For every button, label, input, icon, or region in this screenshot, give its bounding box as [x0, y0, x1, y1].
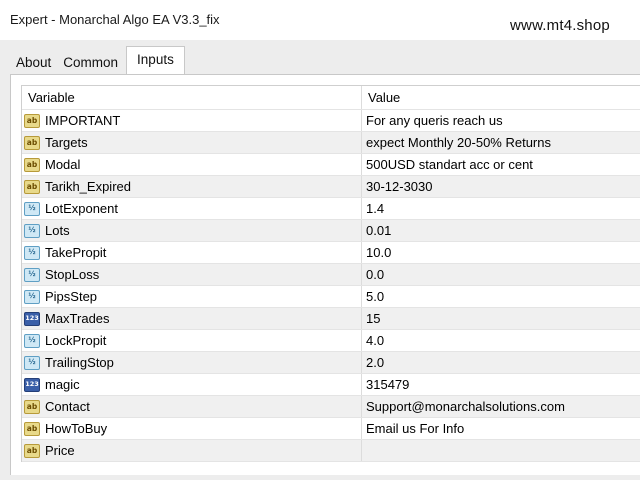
string-type-icon: ab — [24, 443, 40, 458]
variable-name: IMPORTANT — [45, 113, 121, 128]
variable-name: Lots — [45, 223, 70, 238]
value-cell[interactable]: 2.0 — [362, 352, 640, 373]
string-type-icon: ab — [24, 113, 40, 128]
inputs-panel: Variable Value ab IMPORTANT For any queris… — [10, 74, 640, 475]
value-cell[interactable]: 30-12-3030 — [362, 176, 640, 197]
column-header-value[interactable]: Value — [362, 86, 640, 109]
window-title: Expert - Monarchal Algo EA V3.3_fix — [10, 12, 220, 27]
value-cell[interactable]: Support@monarchalsolutions.com — [362, 396, 640, 417]
value-cell[interactable]: 10.0 — [362, 242, 640, 263]
string-type-icon: ab — [24, 157, 40, 172]
value-cell[interactable]: 0.01 — [362, 220, 640, 241]
variable-name: TakePropit — [45, 245, 107, 260]
inputs-table: Variable Value ab IMPORTANT For any queris… — [21, 85, 640, 462]
variable-cell[interactable]: ½ TakePropit — [22, 242, 362, 263]
table-row[interactable]: ab HowToBuy Email us For Info — [22, 418, 640, 440]
double-type-icon: ½ — [24, 223, 40, 238]
variable-cell[interactable]: 123 MaxTrades — [22, 308, 362, 329]
expert-properties-window: Expert - Monarchal Algo EA V3.3_fix www.… — [0, 0, 640, 480]
variable-cell[interactable]: ½ StopLoss — [22, 264, 362, 285]
variable-cell[interactable]: ½ Lots — [22, 220, 362, 241]
value-cell[interactable]: 315479 — [362, 374, 640, 395]
variable-cell[interactable]: ab HowToBuy — [22, 418, 362, 439]
value-cell[interactable]: 1.4 — [362, 198, 640, 219]
variable-cell[interactable]: ½ LockPropit — [22, 330, 362, 351]
table-row[interactable]: ab Tarikh_Expired 30-12-3030 — [22, 176, 640, 198]
double-type-icon: ½ — [24, 289, 40, 304]
value-cell[interactable]: 5.0 — [362, 286, 640, 307]
variable-cell[interactable]: 123 magic — [22, 374, 362, 395]
tab-inputs[interactable]: Inputs — [126, 46, 185, 75]
table-row[interactable]: ab Modal 500USD standart acc or cent — [22, 154, 640, 176]
variable-cell[interactable]: ab Price — [22, 440, 362, 461]
value-cell[interactable] — [362, 440, 640, 461]
integer-type-icon: 123 — [24, 311, 40, 326]
integer-type-icon: 123 — [24, 377, 40, 392]
string-type-icon: ab — [24, 179, 40, 194]
tab-about[interactable]: About — [10, 51, 57, 74]
table-row[interactable]: ab IMPORTANT For any queris reach us — [22, 110, 640, 132]
variable-cell[interactable]: ½ PipsStep — [22, 286, 362, 307]
tab-bar: About Common Inputs — [10, 46, 185, 75]
table-row[interactable]: 123 MaxTrades 15 — [22, 308, 640, 330]
variable-name: Price — [45, 443, 75, 458]
variable-name: Tarikh_Expired — [45, 179, 131, 194]
table-row[interactable]: ½ LotExponent 1.4 — [22, 198, 640, 220]
variable-name: magic — [45, 377, 80, 392]
double-type-icon: ½ — [24, 333, 40, 348]
variable-name: PipsStep — [45, 289, 98, 304]
table-row[interactable]: ½ LockPropit 4.0 — [22, 330, 640, 352]
double-type-icon: ½ — [24, 355, 40, 370]
table-row[interactable]: ½ PipsStep 5.0 — [22, 286, 640, 308]
table-row[interactable]: ½ Lots 0.01 — [22, 220, 640, 242]
double-type-icon: ½ — [24, 201, 40, 216]
variable-name: StopLoss — [45, 267, 100, 282]
variable-name: Targets — [45, 135, 88, 150]
variable-cell[interactable]: ½ TrailingStop — [22, 352, 362, 373]
table-row[interactable]: ½ TrailingStop 2.0 — [22, 352, 640, 374]
value-cell[interactable]: Email us For Info — [362, 418, 640, 439]
tab-common[interactable]: Common — [57, 51, 124, 74]
string-type-icon: ab — [24, 135, 40, 150]
variable-name: LockPropit — [45, 333, 107, 348]
table-row[interactable]: ab Targets expect Monthly 20-50% Returns — [22, 132, 640, 154]
value-cell[interactable]: For any queris reach us — [362, 110, 640, 131]
table-row[interactable]: ab Price — [22, 440, 640, 462]
variable-cell[interactable]: ½ LotExponent — [22, 198, 362, 219]
value-cell[interactable]: 500USD standart acc or cent — [362, 154, 640, 175]
table-header-row: Variable Value — [22, 86, 640, 110]
value-cell[interactable]: 4.0 — [362, 330, 640, 351]
string-type-icon: ab — [24, 399, 40, 414]
watermark-text: www.mt4.shop — [510, 17, 610, 34]
variable-name: LotExponent — [45, 201, 119, 216]
double-type-icon: ½ — [24, 245, 40, 260]
table-row[interactable]: ½ StopLoss 0.0 — [22, 264, 640, 286]
double-type-icon: ½ — [24, 267, 40, 282]
column-header-variable[interactable]: Variable — [22, 86, 362, 109]
string-type-icon: ab — [24, 421, 40, 436]
variable-name: MaxTrades — [45, 311, 110, 326]
table-row[interactable]: ½ TakePropit 10.0 — [22, 242, 640, 264]
table-row[interactable]: ab Contact Support@monarchalsolutions.com — [22, 396, 640, 418]
variable-name: Contact — [45, 399, 90, 414]
value-cell[interactable]: expect Monthly 20-50% Returns — [362, 132, 640, 153]
variable-cell[interactable]: ab Targets — [22, 132, 362, 153]
variable-cell[interactable]: ab IMPORTANT — [22, 110, 362, 131]
value-cell[interactable]: 0.0 — [362, 264, 640, 285]
title-bar: Expert - Monarchal Algo EA V3.3_fix www.… — [0, 0, 640, 40]
variable-cell[interactable]: ab Modal — [22, 154, 362, 175]
value-cell[interactable]: 15 — [362, 308, 640, 329]
variable-name: TrailingStop — [45, 355, 114, 370]
variable-cell[interactable]: ab Contact — [22, 396, 362, 417]
variable-cell[interactable]: ab Tarikh_Expired — [22, 176, 362, 197]
variable-name: HowToBuy — [45, 421, 108, 436]
table-row[interactable]: 123 magic 315479 — [22, 374, 640, 396]
variable-name: Modal — [45, 157, 81, 172]
